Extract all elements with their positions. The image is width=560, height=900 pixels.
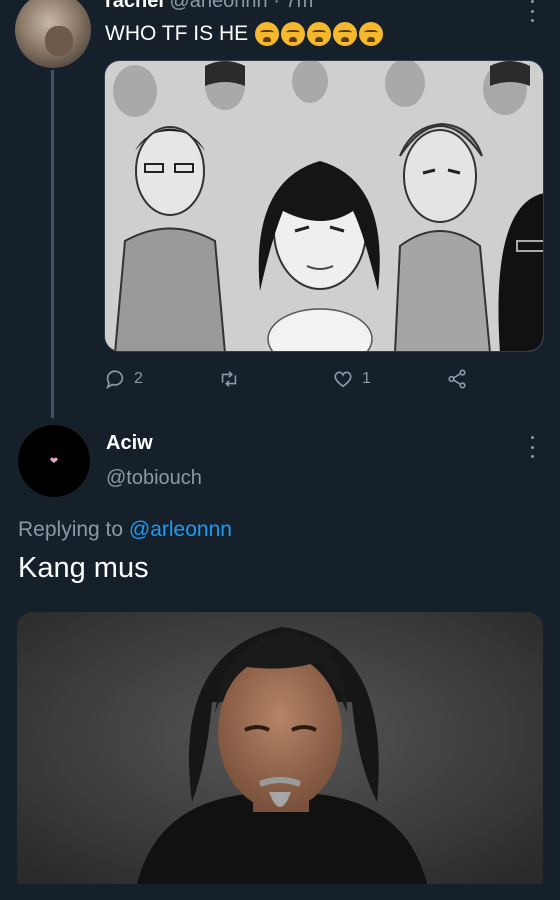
share-icon (448, 369, 466, 389)
loudly-crying-face-icon (307, 22, 332, 46)
parent-tweet-header: rachel @arleonnn · 7m (105, 0, 313, 13)
like-count: 1 (362, 370, 371, 387)
heart-icon: ❤ (49, 455, 59, 467)
reply-count: 2 (134, 370, 143, 387)
replying-to-line: Replying to @arleonnn (18, 518, 232, 542)
parent-timestamp[interactable]: 7m (285, 0, 313, 12)
time-separator: · (273, 0, 280, 12)
replying-to-mention[interactable]: @arleonnn (129, 518, 232, 541)
like-action[interactable]: 1 (332, 368, 371, 390)
more-options-icon[interactable] (529, 0, 535, 22)
loudly-crying-face-icon (359, 22, 384, 46)
parent-avatar[interactable] (15, 0, 91, 68)
parent-tweet-actions: 2 1 (104, 368, 544, 394)
loudly-crying-face-icon (255, 22, 280, 46)
share-action[interactable] (446, 368, 468, 390)
parent-tweet-text: WHO TF IS HE (105, 22, 384, 46)
reply-tweet-text: Kang mus (18, 552, 149, 584)
emoji-row (255, 22, 384, 46)
more-options-icon[interactable] (529, 436, 535, 458)
parent-handle[interactable]: @arleonnn (170, 0, 268, 12)
reply-action[interactable]: 2 (104, 368, 143, 390)
parent-tweet-body: WHO TF IS HE (105, 22, 249, 45)
replying-to-label: Replying to (18, 518, 124, 541)
reply-icon (106, 370, 124, 390)
loudly-crying-face-icon (281, 22, 306, 46)
reply-display-name[interactable]: Aciw (106, 432, 153, 455)
retweet-icon (221, 371, 237, 387)
retweet-action[interactable] (218, 368, 248, 390)
manga-panel-illustration (105, 61, 543, 351)
loudly-crying-face-icon (333, 22, 358, 46)
parent-tweet-image[interactable] (104, 60, 544, 352)
thread-line (51, 70, 54, 418)
portrait-photo (17, 612, 543, 884)
reply-tweet-image[interactable] (17, 612, 543, 884)
reply-avatar[interactable]: ❤ (18, 425, 90, 497)
reply-handle[interactable]: @tobiouch (106, 467, 202, 490)
heart-icon (334, 371, 352, 388)
parent-display-name[interactable]: rachel (105, 0, 164, 12)
